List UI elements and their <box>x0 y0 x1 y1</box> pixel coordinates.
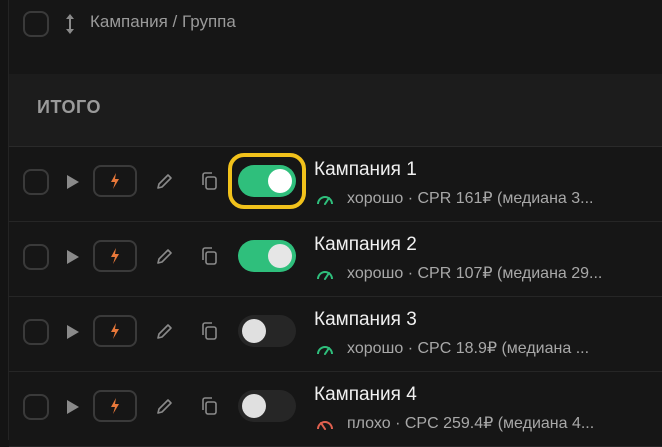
row-checkbox[interactable] <box>23 169 49 195</box>
toggle-knob <box>242 319 266 343</box>
toggle-knob <box>268 244 292 268</box>
campaign-metric: плохо · CPC 259.4₽ (медиана 4... <box>347 415 595 432</box>
active-toggle[interactable] <box>238 390 296 422</box>
total-label: ИТОГО <box>37 97 101 117</box>
gauge-icon <box>317 421 333 430</box>
lightning-button[interactable] <box>93 315 137 347</box>
active-toggle[interactable] <box>238 165 296 197</box>
column-header-campaign-group[interactable]: Кампания / Группа <box>90 12 236 32</box>
lightning-icon <box>111 248 119 264</box>
lightning-icon <box>111 398 119 414</box>
play-icon[interactable] <box>67 175 79 189</box>
row-checkbox[interactable] <box>23 244 49 270</box>
play-icon[interactable] <box>67 400 79 414</box>
sort-arrows-icon[interactable] <box>63 11 77 37</box>
campaign-table: Кампания / Группа ИТОГО Кампания 1 хорош… <box>8 0 662 447</box>
table-header: Кампания / Группа <box>9 0 662 74</box>
lightning-button[interactable] <box>93 240 137 272</box>
toggle-knob <box>242 394 266 418</box>
campaign-metric: хорошо · CPR 107₽ (медиана 29... <box>347 265 603 282</box>
campaign-name[interactable]: Кампания 3 <box>314 309 417 331</box>
copy-icon[interactable] <box>200 246 220 266</box>
campaign-metric: хорошо · CPC 18.9₽ (медиана ... <box>347 340 590 357</box>
select-all-checkbox[interactable] <box>23 11 49 37</box>
play-icon[interactable] <box>67 325 79 339</box>
table-row: Кампания 4 плохо · CPC 259.4₽ (медиана 4… <box>9 372 662 447</box>
pencil-icon[interactable] <box>155 321 175 341</box>
campaign-metric: хорошо · CPR 161₽ (медиана 3... <box>347 190 594 207</box>
toggle-knob <box>268 169 292 193</box>
lightning-icon <box>111 323 119 339</box>
copy-icon[interactable] <box>200 321 220 341</box>
copy-icon[interactable] <box>200 396 220 416</box>
campaign-name[interactable]: Кампания 4 <box>314 384 417 406</box>
pencil-icon[interactable] <box>155 246 175 266</box>
campaign-name[interactable]: Кампания 2 <box>314 234 417 256</box>
table-row: Кампания 2 хорошо · CPR 107₽ (медиана 29… <box>9 222 662 297</box>
active-toggle[interactable] <box>238 240 296 272</box>
play-icon[interactable] <box>67 250 79 264</box>
campaign-name[interactable]: Кампания 1 <box>314 159 417 181</box>
row-checkbox[interactable] <box>23 319 49 345</box>
total-row: ИТОГО <box>9 74 662 147</box>
copy-icon[interactable] <box>200 171 220 191</box>
active-toggle[interactable] <box>238 315 296 347</box>
lightning-button[interactable] <box>93 390 137 422</box>
gauge-icon <box>317 346 333 355</box>
lightning-button[interactable] <box>93 165 137 197</box>
lightning-icon <box>111 173 119 189</box>
gauge-icon <box>317 196 333 205</box>
row-checkbox[interactable] <box>23 394 49 420</box>
pencil-icon[interactable] <box>155 171 175 191</box>
pencil-icon[interactable] <box>155 396 175 416</box>
table-row: Кампания 1 хорошо · CPR 161₽ (медиана 3.… <box>9 147 662 222</box>
table-row: Кампания 3 хорошо · CPC 18.9₽ (медиана .… <box>9 297 662 372</box>
gauge-icon <box>317 271 333 280</box>
